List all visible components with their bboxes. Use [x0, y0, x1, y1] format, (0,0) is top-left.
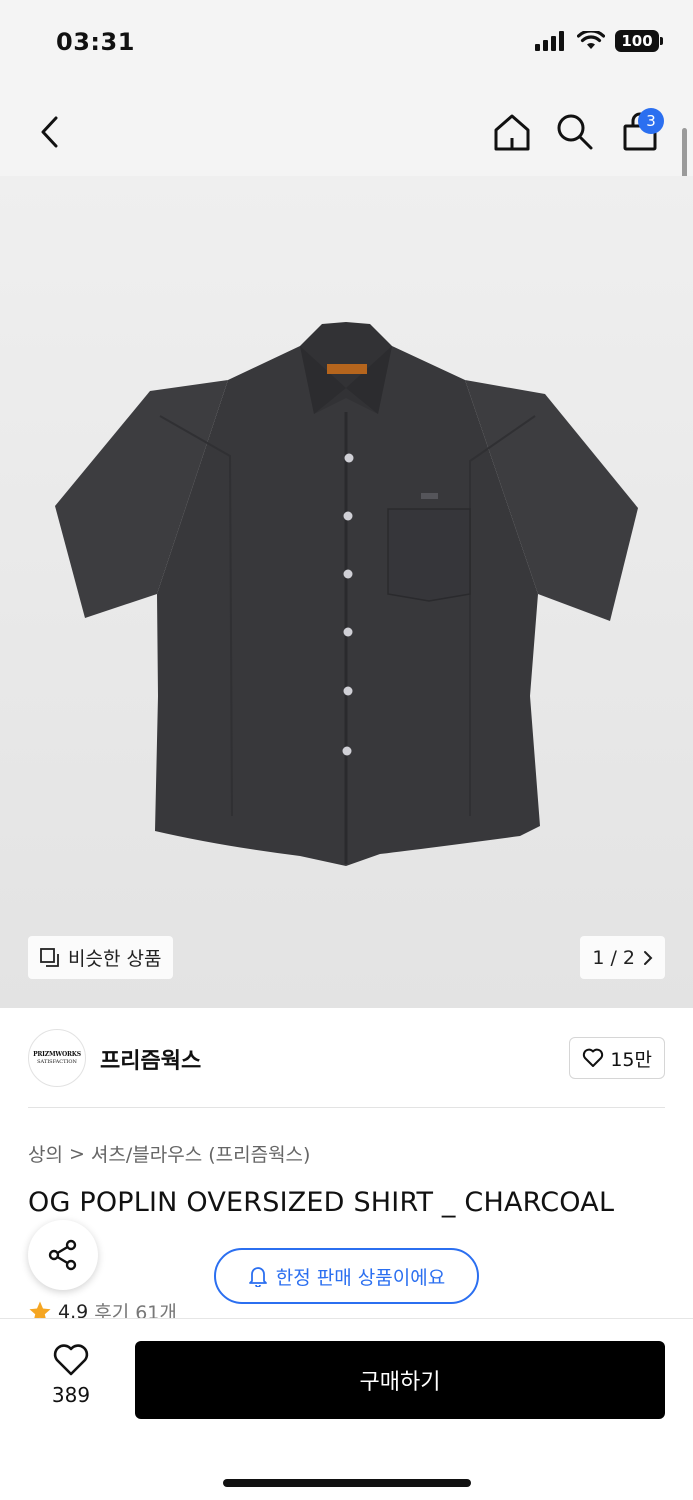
status-time: 03:31	[56, 28, 135, 56]
brand-row: PRIZMWORKS SATISFACTION 프리즘웍스 15만	[28, 1028, 665, 1108]
similar-products-button[interactable]: 비슷한 상품	[28, 936, 174, 979]
breadcrumb-category[interactable]: 상의	[28, 1140, 63, 1167]
home-indicator	[223, 1479, 471, 1487]
share-button[interactable]	[28, 1220, 98, 1290]
brand-logo-subtext: SATISFACTION	[37, 1059, 77, 1065]
cart-button[interactable]: 3	[616, 108, 664, 156]
similar-products-icon	[40, 947, 59, 967]
search-button[interactable]	[551, 108, 599, 156]
search-icon	[557, 114, 593, 150]
home-icon	[494, 114, 530, 151]
brand-name[interactable]: 프리즘웍스	[100, 1043, 201, 1075]
bell-icon	[248, 1267, 267, 1287]
brand-like-count: 15만	[610, 1048, 652, 1071]
image-pager[interactable]: 1 / 2	[580, 936, 665, 979]
breadcrumb: 상의 > 셔츠/블라우스 (프리즘웍스)	[28, 1140, 310, 1167]
wishlist-count: 389	[51, 1383, 91, 1407]
home-button[interactable]	[488, 108, 536, 156]
similar-products-label: 비슷한 상품	[68, 948, 162, 970]
brand-like-button[interactable]: 15만	[569, 1037, 665, 1079]
breadcrumb-separator: >	[68, 1142, 85, 1165]
product-image	[55, 322, 638, 866]
signal-icon	[535, 31, 564, 51]
heart-icon	[53, 1344, 89, 1376]
battery-indicator: 100	[615, 30, 663, 52]
status-icons: 100	[535, 30, 663, 52]
chevron-right-icon	[644, 950, 653, 965]
chevron-left-icon	[41, 116, 58, 148]
brand-logo[interactable]: PRIZMWORKS SATISFACTION	[28, 1029, 86, 1087]
share-icon	[48, 1239, 77, 1271]
back-button[interactable]	[26, 108, 74, 156]
brand-logo-text: PRIZMWORKS	[33, 1051, 81, 1058]
top-navigation: 3	[0, 88, 693, 176]
product-title: OG POPLIN OVERSIZED SHIRT _ CHARCOAL	[28, 1187, 615, 1218]
breadcrumb-subcategory[interactable]: 셔츠/블라우스 (프리즘웍스)	[91, 1140, 311, 1167]
wifi-icon	[577, 31, 605, 49]
cart-count-badge: 3	[638, 108, 664, 134]
heart-icon	[583, 1048, 604, 1067]
pager-text: 1 / 2	[592, 946, 635, 969]
bottom-action-bar: 389 구매하기	[0, 1318, 693, 1500]
wishlist-button[interactable]: 389	[36, 1343, 106, 1407]
limited-sale-text: 한정 판매 상품이에요	[275, 1266, 446, 1289]
product-image-gallery[interactable]: 비슷한 상품 1 / 2	[0, 176, 693, 1008]
limited-sale-notice[interactable]: 한정 판매 상품이에요	[214, 1248, 479, 1304]
buy-button[interactable]: 구매하기	[135, 1341, 665, 1419]
status-bar: 03:31 100	[0, 0, 693, 88]
